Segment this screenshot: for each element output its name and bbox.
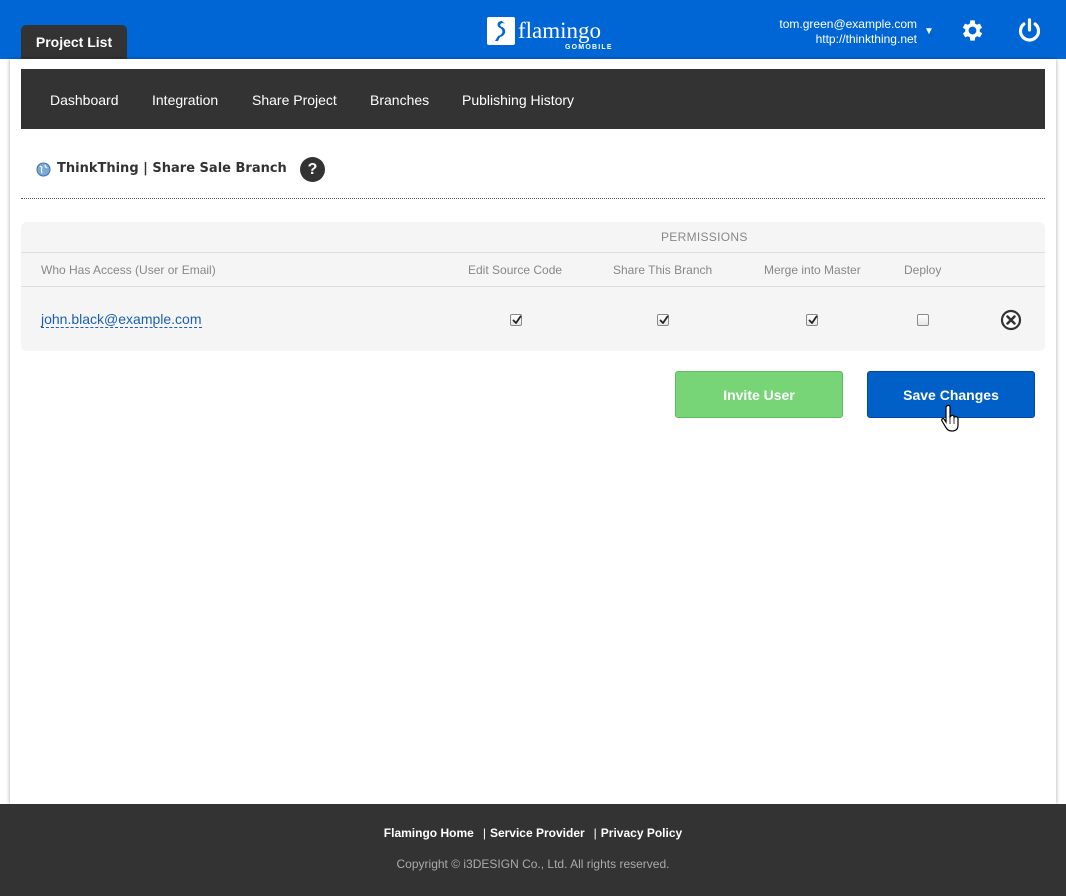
account-email: tom.green@example.com — [779, 17, 917, 31]
deploy-checkbox[interactable] — [917, 314, 929, 326]
column-header-merge-into-master: Merge into Master — [764, 263, 861, 277]
footer-separator: | — [593, 826, 597, 840]
table-row: john.black@example.com — [21, 287, 1045, 351]
footer-separator: | — [482, 826, 486, 840]
footer-links: Flamingo Home | Service Provider | Privacy P… — [0, 826, 1066, 840]
user-email-link[interactable]: john.black@example.com — [41, 311, 202, 328]
gear-icon[interactable] — [959, 17, 986, 44]
power-logout-icon[interactable] — [1016, 17, 1043, 44]
remove-user-icon[interactable] — [1000, 309, 1022, 331]
dotted-divider — [21, 198, 1045, 199]
share-this-branch-checkbox[interactable] — [657, 314, 669, 326]
column-header-edit-source-code: Edit Source Code — [468, 263, 563, 277]
column-header-deploy: Deploy — [904, 263, 942, 277]
copyright-text: Copyright © i3DESIGN Co., Ltd. All right… — [396, 857, 670, 871]
logo-subtitle: GOMOBILE — [565, 44, 613, 51]
edit-source-code-checkbox[interactable] — [510, 314, 522, 326]
logo-wordmark: flamingo — [518, 18, 602, 43]
footer-link-service-provider[interactable]: Service Provider — [490, 826, 585, 840]
invite-user-button[interactable]: Invite User — [675, 371, 843, 418]
column-header-who-has-access: Who Has Access (User or Email) — [41, 263, 216, 277]
account-dropdown-caret-icon[interactable]: ▼ — [924, 26, 936, 38]
nav-branches[interactable]: Branches — [370, 69, 429, 129]
footer-link-flamingo-home[interactable]: Flamingo Home — [384, 826, 474, 840]
top-bar: Project List flamingo GOMOBILE tom.green… — [0, 0, 1066, 59]
column-header-share-this-branch: Share This Branch — [613, 263, 713, 277]
nav-integration[interactable]: Integration — [152, 69, 218, 129]
help-icon[interactable]: ? — [300, 157, 325, 182]
flamingo-logo[interactable]: flamingo GOMOBILE — [487, 17, 617, 53]
account-url: http://thinkthing.net — [815, 32, 917, 46]
project-list-tab[interactable]: Project List — [21, 25, 127, 59]
globe-icon — [36, 162, 51, 177]
merge-into-master-checkbox[interactable] — [806, 314, 818, 326]
nav-share-project[interactable]: Share Project — [252, 69, 337, 129]
footer: Flamingo Home | Service Provider | Privacy P… — [0, 804, 1066, 896]
nav-dashboard[interactable]: Dashboard — [50, 69, 119, 129]
permissions-group-header: PERMISSIONS — [21, 222, 1045, 253]
flamingo-logo-icon — [487, 17, 515, 45]
nav-publishing-history[interactable]: Publishing History — [462, 69, 574, 129]
footer-link-privacy-policy[interactable]: Privacy Policy — [601, 826, 682, 840]
column-header-row: Who Has Access (User or Email) Edit Sour… — [21, 253, 1045, 287]
permissions-title: PERMISSIONS — [661, 230, 748, 244]
hand-cursor-icon — [941, 404, 961, 434]
page-title: ThinkThing | Share Sale Branch — [57, 161, 287, 176]
permissions-table: PERMISSIONS Who Has Access (User or Emai… — [21, 222, 1045, 351]
account-info[interactable]: tom.green@example.com http://thinkthing.… — [779, 17, 917, 47]
secondary-nav: Dashboard Integration Share Project Bran… — [21, 69, 1045, 129]
